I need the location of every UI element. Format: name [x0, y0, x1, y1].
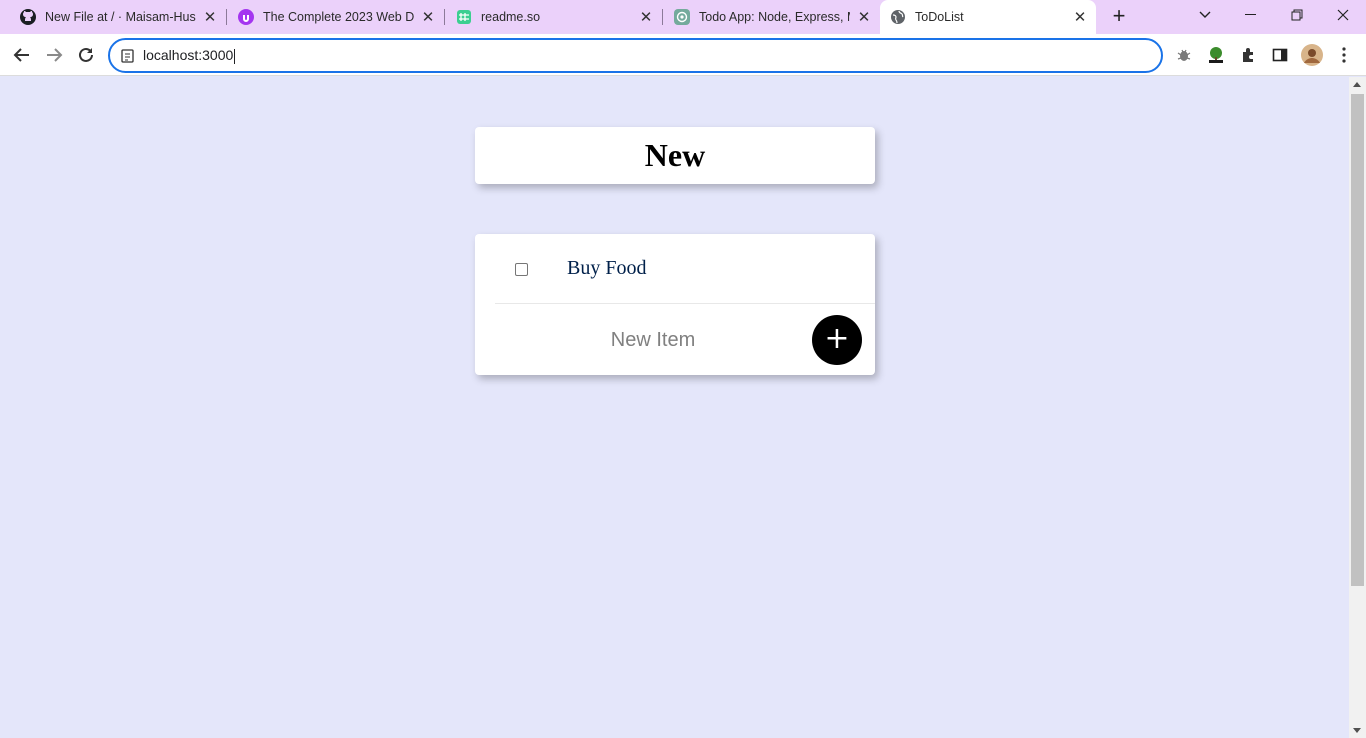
new-tab-button[interactable]: +	[1108, 5, 1130, 28]
close-icon[interactable]: ✕	[202, 9, 218, 26]
arrow-right-icon	[47, 48, 63, 62]
chevron-down-icon	[1199, 11, 1211, 18]
close-icon[interactable]: ✕	[1072, 9, 1088, 26]
minimize-icon	[1245, 14, 1256, 15]
chatgpt-icon	[674, 9, 690, 25]
close-icon	[1337, 9, 1349, 21]
tab-todolist[interactable]: ToDoList ✕	[880, 0, 1096, 34]
new-item-input[interactable]	[495, 305, 811, 375]
tab-title: New File at / · Maisam-Hussain	[45, 10, 196, 24]
restore-button[interactable]	[1277, 0, 1317, 30]
tab-udemy[interactable]: The Complete 2023 Web Development ✕	[230, 0, 442, 34]
forward-button[interactable]	[42, 43, 66, 67]
restore-icon	[1291, 9, 1303, 21]
tab-separator	[226, 9, 227, 25]
globe-icon	[890, 9, 906, 25]
page-scrollbar[interactable]	[1349, 77, 1366, 738]
scrollbar-thumb[interactable]	[1351, 94, 1364, 586]
close-icon[interactable]: ✕	[420, 9, 436, 26]
udemy-icon	[238, 9, 254, 25]
tab-title: The Complete 2023 Web Development	[263, 10, 414, 24]
html-tree-extension-icon[interactable]	[1204, 43, 1228, 67]
more-menu-icon[interactable]	[1332, 43, 1356, 67]
scroll-up-arrow-icon[interactable]	[1353, 82, 1361, 87]
address-text: localhost:3000	[143, 47, 236, 64]
arrow-left-icon	[13, 48, 29, 62]
close-icon[interactable]: ✕	[638, 9, 654, 26]
profile-avatar[interactable]	[1300, 43, 1324, 67]
list-item: Buy Food	[495, 234, 875, 304]
tab-strip: New File at / · Maisam-Hussain ✕ The Com…	[0, 0, 1366, 34]
scroll-down-arrow-icon[interactable]	[1353, 728, 1361, 733]
readme-so-icon	[456, 9, 472, 25]
reload-icon	[79, 47, 93, 62]
tab-title: Todo App: Node, Express, Mongo	[699, 10, 850, 24]
minimize-button[interactable]	[1231, 0, 1271, 30]
back-button[interactable]	[10, 43, 34, 67]
add-item-button[interactable]: +	[812, 315, 862, 365]
list-title-box: New	[475, 127, 875, 184]
item-checkbox[interactable]	[515, 263, 528, 276]
reload-button[interactable]	[74, 43, 98, 67]
item-label: Buy Food	[567, 257, 647, 279]
tab-separator	[444, 9, 445, 25]
bug-extension-icon[interactable]	[1172, 43, 1196, 67]
tab-search-button[interactable]	[1185, 0, 1225, 30]
todo-list-box: Buy Food +	[475, 234, 875, 375]
close-icon[interactable]: ✕	[856, 9, 872, 26]
tab-title: readme.so	[481, 10, 541, 24]
browser-toolbar: localhost:3000	[0, 34, 1366, 76]
tab-title: ToDoList	[915, 10, 964, 24]
tab-readme[interactable]: readme.so ✕	[448, 0, 660, 34]
tab-github[interactable]: New File at / · Maisam-Hussain ✕	[12, 0, 224, 34]
side-panel-icon[interactable]	[1268, 43, 1292, 67]
address-bar[interactable]: localhost:3000	[108, 38, 1163, 73]
close-window-button[interactable]	[1323, 0, 1363, 30]
tab-todo-app[interactable]: Todo App: Node, Express, Mongo ✕	[666, 0, 878, 34]
list-title: New	[644, 137, 706, 173]
site-info-icon[interactable]	[120, 48, 136, 64]
github-icon	[20, 9, 36, 25]
tab-separator	[662, 9, 663, 25]
extensions-puzzle-icon[interactable]	[1236, 43, 1260, 67]
